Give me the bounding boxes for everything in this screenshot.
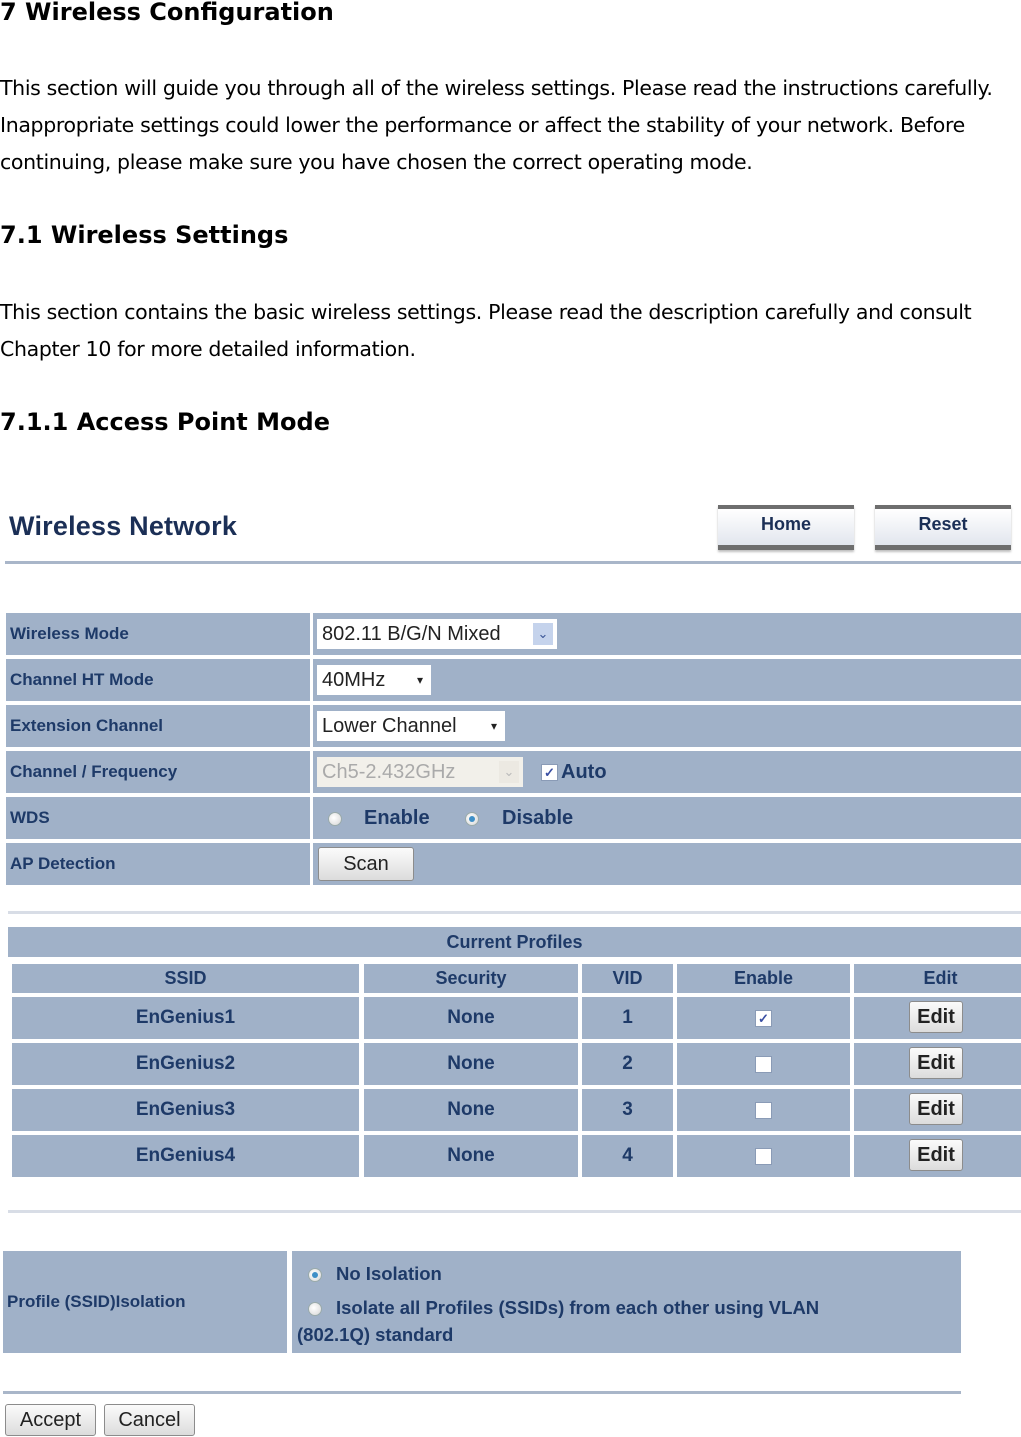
profiles-divider: [8, 911, 1021, 914]
enable-cell: ✓: [677, 997, 850, 1039]
column-header-enable: Enable: [677, 964, 850, 993]
wds-enable-label: Enable: [364, 807, 430, 829]
enable-checkbox[interactable]: [755, 1148, 772, 1165]
wireless-network-title: Wireless Network: [9, 511, 238, 541]
profile-isolation-label: Profile (SSID)Isolation: [3, 1251, 287, 1353]
home-button[interactable]: Home: [718, 505, 854, 550]
enable-cell: [677, 1089, 850, 1131]
no-isolation-label: No Isolation: [336, 1263, 442, 1284]
channel-frequency-select[interactable]: Ch5-2.432GHz ⌄: [317, 757, 523, 787]
heading-wireless-configuration: 7 Wireless Configuration: [0, 0, 334, 26]
channel-ht-mode-row: Channel HT Mode 40MHz ▾: [6, 659, 1021, 701]
header-divider: [5, 561, 1021, 564]
wireless-mode-label: Wireless Mode: [6, 613, 310, 655]
extension-channel-row: Extension Channel Lower Channel ▾: [6, 705, 1021, 747]
accept-button[interactable]: Accept: [5, 1404, 96, 1436]
vid-cell: 1: [582, 997, 673, 1039]
wireless-mode-row: Wireless Mode 802.11 B/G/N Mixed ⌄: [6, 613, 1021, 655]
isolation-divider: [8, 1210, 1021, 1213]
column-header-security: Security: [364, 964, 578, 993]
ssid-cell: EnGenius4: [12, 1135, 359, 1177]
edit-cell: Edit: [854, 997, 1021, 1039]
footer-divider: [3, 1391, 961, 1394]
wds-enable-radio[interactable]: [328, 812, 342, 826]
channel-frequency-label: Channel / Frequency: [6, 751, 310, 793]
channel-frequency-value-cell: Ch5-2.432GHz ⌄ ✓ Auto: [313, 751, 1021, 793]
heading-wireless-settings: 7.1 Wireless Settings: [0, 221, 289, 249]
extension-channel-selected: Lower Channel: [322, 715, 457, 737]
chevron-down-icon: ⌄: [533, 623, 553, 645]
enable-cell: [677, 1135, 850, 1177]
current-profiles-header: Current Profiles: [8, 927, 1021, 957]
extension-channel-select[interactable]: Lower Channel ▾: [317, 711, 505, 741]
dropdown-arrow-icon: ▾: [490, 719, 497, 733]
enable-checkbox[interactable]: [755, 1056, 772, 1073]
scan-button[interactable]: Scan: [318, 847, 414, 881]
edit-button[interactable]: Edit: [909, 1093, 963, 1125]
vid-cell: 2: [582, 1043, 673, 1085]
security-cell: None: [364, 1135, 578, 1177]
auto-checkbox[interactable]: ✓: [541, 764, 558, 781]
wds-label: WDS: [6, 797, 310, 839]
isolate-profiles-label: Isolate all Profiles (SSIDs) from each o…: [336, 1297, 820, 1318]
wireless-mode-select[interactable]: 802.11 B/G/N Mixed ⌄: [317, 619, 557, 649]
edit-cell: Edit: [854, 1043, 1021, 1085]
profile-isolation-value-cell: No Isolation Isolate all Profiles (SSIDs…: [292, 1251, 961, 1353]
extension-channel-value-cell: Lower Channel ▾: [313, 705, 1021, 747]
isolate-profiles-radio[interactable]: [308, 1302, 322, 1316]
column-header-edit: Edit: [854, 964, 1021, 993]
ap-detection-value-cell: Scan: [313, 843, 1021, 885]
ssid-cell: EnGenius1: [12, 997, 359, 1039]
enable-cell: [677, 1043, 850, 1085]
wds-disable-radio[interactable]: [465, 812, 479, 826]
security-cell: None: [364, 1043, 578, 1085]
reset-button[interactable]: Reset: [875, 505, 1011, 550]
ssid-cell: EnGenius2: [12, 1043, 359, 1085]
wireless-network-screenshot: Wireless Network Home Reset Wireless Mod…: [0, 495, 1021, 1437]
extension-channel-label: Extension Channel: [6, 705, 310, 747]
edit-cell: Edit: [854, 1135, 1021, 1177]
channel-ht-mode-value-cell: 40MHz ▾: [313, 659, 1021, 701]
vid-cell: 4: [582, 1135, 673, 1177]
edit-cell: Edit: [854, 1089, 1021, 1131]
channel-ht-mode-select[interactable]: 40MHz ▾: [317, 665, 431, 695]
vid-cell: 3: [582, 1089, 673, 1131]
wds-row: WDS Enable Disable: [6, 797, 1021, 839]
cancel-button[interactable]: Cancel: [104, 1404, 195, 1436]
security-cell: None: [364, 997, 578, 1039]
enable-checkbox[interactable]: [755, 1102, 772, 1119]
edit-button[interactable]: Edit: [909, 1001, 963, 1033]
wds-value-cell: Enable Disable: [313, 797, 1021, 839]
column-header-ssid: SSID: [12, 964, 359, 993]
channel-frequency-row: Channel / Frequency Ch5-2.432GHz ⌄ ✓ Aut…: [6, 751, 1021, 793]
intro-paragraph: This section will guide you through all …: [0, 76, 993, 174]
edit-button[interactable]: Edit: [909, 1139, 963, 1171]
auto-label: Auto: [561, 761, 607, 783]
chevron-down-icon: ⌄: [499, 761, 519, 783]
ap-detection-row: AP Detection Scan: [6, 843, 1021, 885]
profile-isolation-row: Profile (SSID)Isolation No Isolation Iso…: [3, 1251, 961, 1353]
ap-detection-label: AP Detection: [6, 843, 310, 885]
isolate-profiles-label-cont: (802.1Q) standard: [297, 1324, 454, 1345]
edit-button[interactable]: Edit: [909, 1047, 963, 1079]
wireless-mode-value-cell: 802.11 B/G/N Mixed ⌄: [313, 613, 1021, 655]
channel-ht-mode-label: Channel HT Mode: [6, 659, 310, 701]
ssid-cell: EnGenius3: [12, 1089, 359, 1131]
column-header-vid: VID: [582, 964, 673, 993]
dropdown-arrow-icon: ▾: [416, 673, 423, 687]
heading-access-point-mode: 7.1.1 Access Point Mode: [0, 408, 330, 436]
channel-ht-mode-selected: 40MHz: [322, 669, 386, 691]
enable-checkbox[interactable]: ✓: [755, 1010, 772, 1027]
wireless-mode-selected: 802.11 B/G/N Mixed: [322, 623, 501, 645]
channel-frequency-selected: Ch5-2.432GHz: [322, 761, 456, 783]
no-isolation-radio[interactable]: [308, 1268, 322, 1282]
security-cell: None: [364, 1089, 578, 1131]
settings-paragraph: This section contains the basic wireless…: [0, 300, 972, 361]
wds-disable-label: Disable: [502, 807, 574, 829]
